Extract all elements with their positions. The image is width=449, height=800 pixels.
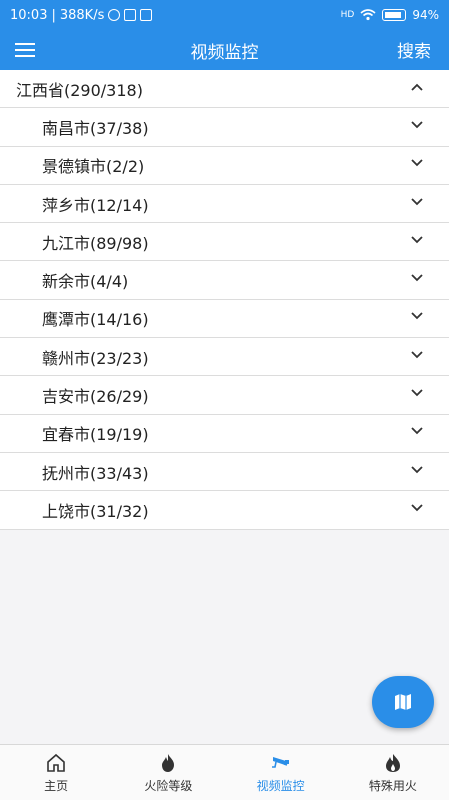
province-label: 江西省(290/318) bbox=[16, 80, 143, 100]
city-label: 景德镇市(2/2) bbox=[42, 157, 145, 177]
chevron-down-icon bbox=[411, 236, 423, 248]
app-bar: 视频监控 搜索 bbox=[0, 30, 449, 70]
chevron-down-icon bbox=[411, 465, 423, 478]
city-row[interactable]: 南昌市(37/38) bbox=[0, 108, 449, 147]
chevron-down-icon bbox=[411, 121, 423, 133]
battery-icon bbox=[382, 9, 407, 21]
city-label: 萍乡市(12/14) bbox=[42, 195, 149, 215]
city-label: 赣州市(23/23) bbox=[42, 348, 149, 368]
wifi-icon bbox=[360, 9, 376, 21]
city-label: 九江市(89/98) bbox=[42, 233, 149, 253]
status-time: 10:03 bbox=[10, 7, 48, 23]
notification-icon bbox=[124, 9, 137, 21]
city-label: 鹰潭市(14/16) bbox=[42, 310, 149, 330]
nav-special-fire[interactable]: 特殊用火 bbox=[337, 745, 449, 800]
map-button[interactable] bbox=[372, 676, 434, 728]
camera-icon bbox=[271, 756, 289, 768]
app-notification-icon bbox=[140, 9, 153, 21]
city-label: 吉安市(26/29) bbox=[42, 387, 149, 407]
alarm-icon bbox=[108, 9, 121, 21]
city-row[interactable]: 九江市(89/98) bbox=[0, 223, 449, 262]
nav-special-fire-label: 特殊用火 bbox=[368, 778, 417, 793]
region-list: 江西省(290/318) 南昌市(37/38) 景德镇市(2/2) 萍乡市(12/1… bbox=[0, 70, 449, 530]
menu-button[interactable] bbox=[0, 30, 50, 70]
chevron-down-icon bbox=[411, 312, 423, 324]
nav-home-label: 主页 bbox=[44, 778, 69, 793]
chevron-down-icon bbox=[411, 504, 423, 516]
city-label: 上饶市(31/32) bbox=[42, 501, 149, 521]
city-label: 宜春市(19/19) bbox=[42, 425, 149, 445]
hamburger-icon bbox=[15, 43, 35, 45]
status-bar: 10:03 | 388K/s HD 94% bbox=[0, 0, 449, 30]
nav-fire-risk-label: 火险等级 bbox=[144, 778, 193, 793]
city-row[interactable]: 萍乡市(12/14) bbox=[0, 185, 449, 224]
search-button[interactable]: 搜索 bbox=[397, 37, 431, 62]
network-speed: 388K/s bbox=[59, 7, 105, 23]
chevron-down-icon bbox=[411, 427, 423, 439]
chevron-down-icon bbox=[411, 389, 423, 401]
bottom-nav: 主页 火险等级 视频监控 特殊用火 bbox=[0, 744, 449, 800]
chevron-down-icon bbox=[411, 274, 423, 286]
city-label: 新余市(4/4) bbox=[42, 272, 129, 292]
chevron-up-icon bbox=[411, 83, 423, 95]
signal-icon: HD bbox=[340, 10, 355, 20]
city-row[interactable]: 新余市(4/4) bbox=[0, 261, 449, 300]
nav-home[interactable]: 主页 bbox=[0, 745, 112, 800]
map-icon bbox=[395, 694, 411, 710]
flame-icon bbox=[385, 753, 400, 772]
fire-risk-icon bbox=[162, 753, 175, 772]
city-row[interactable]: 抚州市(33/43) bbox=[0, 453, 449, 492]
nav-fire-risk[interactable]: 火险等级 bbox=[112, 745, 224, 800]
home-icon bbox=[47, 753, 65, 772]
city-label: 南昌市(37/38) bbox=[42, 118, 149, 138]
page-title: 视频监控 bbox=[190, 42, 259, 63]
province-row[interactable]: 江西省(290/318) bbox=[0, 70, 449, 109]
city-row[interactable]: 鹰潭市(14/16) bbox=[0, 300, 449, 339]
nav-video-monitor-label: 视频监控 bbox=[256, 778, 305, 793]
city-row[interactable]: 赣州市(23/23) bbox=[0, 338, 449, 377]
city-row[interactable]: 景德镇市(2/2) bbox=[0, 147, 449, 185]
chevron-down-icon bbox=[411, 159, 423, 171]
nav-video-monitor[interactable]: 视频监控 bbox=[225, 745, 337, 800]
city-row[interactable]: 宜春市(19/19) bbox=[0, 415, 449, 453]
chevron-down-icon bbox=[411, 351, 423, 363]
city-row[interactable]: 上饶市(31/32) bbox=[0, 491, 449, 530]
city-row[interactable]: 吉安市(26/29) bbox=[0, 376, 449, 415]
city-label: 抚州市(33/43) bbox=[42, 463, 149, 483]
battery-level: 94% bbox=[412, 8, 439, 22]
chevron-down-icon bbox=[411, 197, 423, 210]
